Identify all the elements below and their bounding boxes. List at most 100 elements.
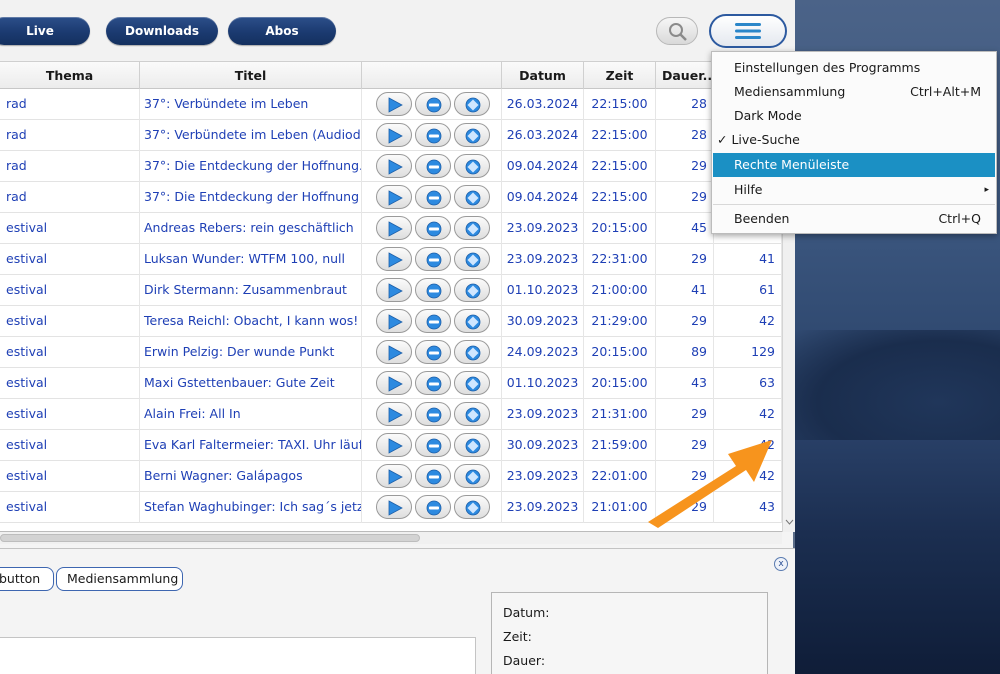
cell-titel: 37°: Verbündete im Leben (Audiod... xyxy=(140,120,362,151)
cell-thema: rad xyxy=(0,120,140,151)
bookmark-icon xyxy=(465,469,481,485)
menu-item-label: Rechte Menüleiste xyxy=(734,157,850,172)
cell-dauer: 43 xyxy=(656,368,714,399)
download-button[interactable] xyxy=(415,433,451,457)
downloads-button[interactable]: Downloads xyxy=(106,17,218,45)
table-row[interactable]: rad 37°: Die Entdeckung der Hoffnung 09.04… xyxy=(0,182,782,213)
play-icon xyxy=(388,159,403,175)
play-button[interactable] xyxy=(376,92,412,116)
play-icon xyxy=(388,221,403,237)
bookmark-button[interactable] xyxy=(454,185,490,209)
tab-mediensammlung[interactable]: Mediensammlung xyxy=(56,567,183,591)
bookmark-button[interactable] xyxy=(454,154,490,178)
download-icon xyxy=(426,283,442,299)
menu-item-rechte-menueleiste[interactable]: Rechte Menüleiste xyxy=(713,153,995,177)
play-button[interactable] xyxy=(376,247,412,271)
download-button[interactable] xyxy=(415,247,451,271)
menu-item-einstellungen[interactable]: Einstellungen des Programms xyxy=(713,56,995,80)
download-button[interactable] xyxy=(415,216,451,240)
play-icon xyxy=(388,407,403,423)
download-icon xyxy=(426,438,442,454)
play-button[interactable] xyxy=(376,216,412,240)
menu-item-hilfe[interactable]: Hilfe ▸ xyxy=(713,178,995,202)
play-button[interactable] xyxy=(376,464,412,488)
main-menu-dropdown: Einstellungen des Programms Mediensammlu… xyxy=(711,51,997,234)
search-button[interactable] xyxy=(656,17,698,45)
download-icon xyxy=(426,407,442,423)
description-area[interactable] xyxy=(0,637,476,674)
live-button[interactable]: Live xyxy=(0,17,90,45)
table-row[interactable]: estival Andreas Rebers: rein geschäftlich… xyxy=(0,213,782,244)
bookmark-button[interactable] xyxy=(454,371,490,395)
table-row[interactable]: rad 37°: Verbündete im Leben 26.03.2024 22:… xyxy=(0,89,782,120)
play-button[interactable] xyxy=(376,278,412,302)
download-button[interactable] xyxy=(415,402,451,426)
table-row[interactable]: rad 37°: Verbündete im Leben (Audiod... 26… xyxy=(0,120,782,151)
column-header-zeit[interactable]: Zeit xyxy=(584,62,656,89)
cell-titel: Andreas Rebers: rein geschäftlich xyxy=(140,213,362,244)
cell-dauer: 28 xyxy=(656,89,714,120)
abos-button[interactable]: Abos xyxy=(228,17,336,45)
download-button[interactable] xyxy=(415,340,451,364)
bookmark-button[interactable] xyxy=(454,402,490,426)
column-header-datum[interactable]: Datum xyxy=(502,62,584,89)
table-row[interactable]: estival Luksan Wunder: WTFM 100, null 23.0… xyxy=(0,244,782,275)
bookmark-button[interactable] xyxy=(454,433,490,457)
download-button[interactable] xyxy=(415,309,451,333)
column-header-dauer[interactable]: Dauer... xyxy=(656,62,717,89)
close-icon[interactable]: x xyxy=(774,557,788,571)
play-button[interactable] xyxy=(376,309,412,333)
menu-item-label: Einstellungen des Programms xyxy=(734,60,921,75)
menu-item-live-suche[interactable]: ✓ Live-Suche xyxy=(713,128,995,152)
table-row[interactable]: estival Teresa Reichl: Obacht, I kann wos… xyxy=(0,306,782,337)
menu-item-beenden[interactable]: Beenden Ctrl+Q xyxy=(713,207,995,231)
bookmark-button[interactable] xyxy=(454,309,490,333)
download-button[interactable] xyxy=(415,371,451,395)
horizontal-scroll-thumb[interactable] xyxy=(0,534,420,542)
play-button[interactable] xyxy=(376,433,412,457)
cell-datum: 23.09.2023 xyxy=(502,492,584,523)
bookmark-button[interactable] xyxy=(454,464,490,488)
table-row[interactable]: rad 37°: Die Entdeckung der Hoffnung... 09… xyxy=(0,151,782,182)
cell-buttons xyxy=(362,244,502,275)
cell-datum: 30.09.2023 xyxy=(502,306,584,337)
cell-buttons xyxy=(362,337,502,368)
table-row[interactable]: estival Erwin Pelzig: Der wunde Punkt 24.0… xyxy=(0,337,782,368)
column-header-buttons[interactable] xyxy=(362,62,502,89)
bookmark-button[interactable] xyxy=(454,495,490,519)
download-button[interactable] xyxy=(415,92,451,116)
download-button[interactable] xyxy=(415,154,451,178)
play-button[interactable] xyxy=(376,371,412,395)
cell-datum: 24.09.2023 xyxy=(502,337,584,368)
menu-button[interactable] xyxy=(709,14,787,48)
download-button[interactable] xyxy=(415,278,451,302)
download-button[interactable] xyxy=(415,464,451,488)
menu-item-mediensammlung[interactable]: Mediensammlung Ctrl+Alt+M xyxy=(713,80,995,104)
play-button[interactable] xyxy=(376,340,412,364)
download-button[interactable] xyxy=(415,185,451,209)
table-row[interactable]: estival Maxi Gstettenbauer: Gute Zeit 01.1… xyxy=(0,368,782,399)
play-button[interactable] xyxy=(376,402,412,426)
play-button[interactable] xyxy=(376,495,412,519)
menu-item-dark-mode[interactable]: Dark Mode xyxy=(713,104,995,128)
play-button[interactable] xyxy=(376,154,412,178)
play-button[interactable] xyxy=(376,185,412,209)
download-button[interactable] xyxy=(415,123,451,147)
bookmark-button[interactable] xyxy=(454,92,490,116)
bookmark-button[interactable] xyxy=(454,216,490,240)
table-row[interactable]: estival Dirk Stermann: Zusammenbraut 01.10… xyxy=(0,275,782,306)
cell-dauer: 89 xyxy=(656,337,714,368)
play-button[interactable] xyxy=(376,123,412,147)
cell-titel: 37°: Die Entdeckung der Hoffnung... xyxy=(140,151,362,182)
table-row[interactable]: estival Alain Frei: All In 23.09.2023 21:31… xyxy=(0,399,782,430)
bookmark-button[interactable] xyxy=(454,123,490,147)
bookmark-button[interactable] xyxy=(454,278,490,302)
tab-button[interactable]: button xyxy=(0,567,54,591)
download-button[interactable] xyxy=(415,495,451,519)
bookmark-button[interactable] xyxy=(454,340,490,364)
column-header-titel[interactable]: Titel xyxy=(140,62,362,89)
cell-thema: rad xyxy=(0,89,140,120)
cell-buttons xyxy=(362,492,502,523)
column-header-thema[interactable]: Thema xyxy=(0,62,140,89)
bookmark-button[interactable] xyxy=(454,247,490,271)
